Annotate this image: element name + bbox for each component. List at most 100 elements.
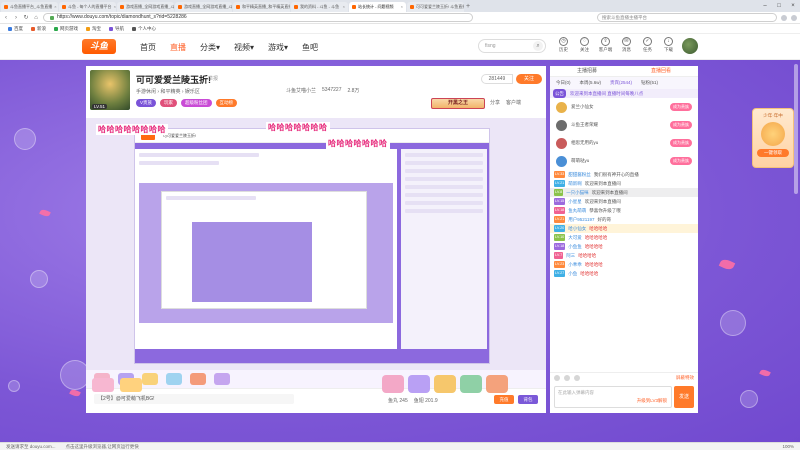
close-tab-icon[interactable]: × <box>343 2 345 12</box>
activity-icon[interactable] <box>120 378 142 392</box>
chat-input[interactable]: 在此输入弹幕内容 升级到LV3解锁 <box>554 386 672 408</box>
chat-username[interactable]: 用户9521197 <box>568 216 594 223</box>
browser-tab[interactable]: 斗鱼 - 每个人的直播平台 × <box>59 2 116 12</box>
gift-item[interactable] <box>166 373 182 385</box>
home-icon[interactable]: ⌂ <box>33 15 39 21</box>
browser-tab[interactable]: 可可爱爱兰陵玉折! 斗鱼直播× <box>407 2 464 12</box>
share-button[interactable]: 分享 <box>490 99 500 106</box>
send-button[interactable]: 发送 <box>674 386 694 408</box>
rank-badge[interactable]: 开黑之王 <box>431 98 485 109</box>
refresh-icon[interactable]: ↻ <box>23 14 29 21</box>
bookmark-item[interactable]: 新浪 <box>31 26 46 32</box>
header-history-button[interactable]: ◷ 历史 <box>556 37 571 53</box>
block-effects-toggle[interactable]: 屏蔽特效 <box>676 375 694 381</box>
client-button[interactable]: 客户端 <box>506 99 521 106</box>
gift-item[interactable] <box>214 373 230 385</box>
chat-username[interactable]: 鱼丸萌萌 <box>568 207 586 214</box>
close-tab-icon[interactable]: × <box>401 2 403 12</box>
vip-avatar[interactable] <box>556 101 567 113</box>
minimize-button[interactable]: – <box>758 0 772 12</box>
room-tag[interactable]: V贵族 <box>136 99 157 107</box>
chat-username[interactable]: 一只小猫咪 <box>566 189 589 196</box>
back-icon[interactable]: ‹ <box>3 15 9 21</box>
page-scrollbar[interactable] <box>794 64 798 194</box>
nav-item[interactable]: 视频▾ <box>234 42 254 53</box>
emoji-icon[interactable] <box>554 375 560 381</box>
site-search-input[interactable]: fisng ⌕ <box>478 39 546 53</box>
become-noble-button[interactable]: 成为贵族 <box>670 139 692 147</box>
chat-username[interactable]: 小星星 <box>568 198 582 205</box>
become-noble-button[interactable]: 成为贵族 <box>670 121 692 129</box>
report-link[interactable]: 举报 <box>208 75 218 82</box>
room-tag[interactable]: 互动榜 <box>215 99 238 107</box>
close-window-button[interactable]: × <box>786 0 800 12</box>
nav-item[interactable]: 分类▾ <box>200 42 220 53</box>
chat-username[interactable]: 萌新啊 <box>568 180 582 187</box>
extension-icon[interactable] <box>781 14 787 21</box>
url-field[interactable]: https://www.douyu.com/topic/diamondhunt_… <box>43 13 473 22</box>
browser-tab[interactable]: 斗鱼直播平台_斗鱼直播 × <box>1 2 58 12</box>
close-tab-icon[interactable]: × <box>54 2 56 12</box>
browser-tab[interactable]: 游戏直播_全网游戏直播_斗鱼直播× <box>175 2 232 12</box>
anchor-avatar[interactable]: LV.51 <box>90 70 130 110</box>
browser-search-input[interactable]: 搜索斗鱼直播主播平台 <box>597 13 777 22</box>
site-logo[interactable]: 斗鱼 <box>82 39 116 54</box>
bookmark-item[interactable]: 导航 <box>109 26 124 32</box>
new-tab-button[interactable]: + <box>464 2 472 12</box>
chat-username[interactable]: 小鱼 <box>568 270 577 277</box>
become-noble-button[interactable]: 成为贵族 <box>670 103 692 111</box>
vip-avatar[interactable] <box>556 155 567 167</box>
floater-cta[interactable]: 一键领取 <box>757 149 789 157</box>
maximize-button[interactable]: □ <box>772 0 786 12</box>
follow-button[interactable]: 关注 <box>516 74 542 84</box>
room-tag[interactable]: 玩家 <box>160 99 178 107</box>
event-floater[interactable]: 少年·年中 一键领取 <box>752 108 794 168</box>
nav-item[interactable]: 首页 <box>140 42 156 53</box>
room-tag[interactable]: 超级粉丝团 <box>181 99 212 107</box>
nav-item[interactable]: 鱼吧 <box>302 42 318 53</box>
chat-username[interactable]: 甜甜酱粉丝 <box>568 171 591 178</box>
user-avatar[interactable] <box>682 38 698 54</box>
browser-tab[interactable]: 和平精英直播_和平精英直播视频× <box>233 2 290 12</box>
header-upload-button[interactable]: ⇪ 客户端 <box>598 37 613 53</box>
rank-tab[interactable]: 今日(0) <box>553 78 574 88</box>
chat-top-tab[interactable]: 直播回看 <box>624 66 698 76</box>
chat-username[interactable]: 大可爱 <box>568 234 582 241</box>
header-message-button[interactable]: ✉ 消息 <box>619 37 634 53</box>
gift-item[interactable] <box>382 375 404 393</box>
rank-tab[interactable]: 贵宾(2544) <box>607 78 635 88</box>
gift-item[interactable] <box>190 373 206 385</box>
menu-icon[interactable] <box>791 14 797 21</box>
vip-name[interactable]: 斗鱼王者荣耀 <box>571 122 598 128</box>
vip-name[interactable]: 萌萌哒yu <box>571 158 589 164</box>
backpack-button[interactable]: 背包 <box>518 395 538 404</box>
activity-icon[interactable] <box>92 378 114 392</box>
gift-item[interactable] <box>460 375 482 393</box>
header-download-button[interactable]: ↓ 下载 <box>661 37 676 53</box>
bookmark-item[interactable]: 网页游戏 <box>54 26 78 32</box>
forward-icon[interactable]: › <box>13 15 19 21</box>
gift-item[interactable] <box>408 375 430 393</box>
bookmark-item[interactable]: 淘宝 <box>86 26 101 32</box>
browser-tab[interactable]: 我的资料 - 斗鱼 - 斗鱼 × <box>291 2 348 12</box>
anchor-name[interactable]: 斗鱼艾喵小兰 <box>286 87 316 94</box>
video-player[interactable]: 可可爱爱兰陵玉折! 哈哈哈哈哈哈哈 哈哈哈哈哈哈哈哈 哈哈哈哈哈哈哈 <box>86 118 546 388</box>
danmu-input[interactable]: 【2号】@可爱萌飞机BG! <box>94 394 294 404</box>
header-follow-button[interactable]: ♡ 关注 <box>577 37 592 53</box>
vip-avatar[interactable] <box>556 119 567 131</box>
browser-tab[interactable]: 游戏直播_全网游戏直播_斗鱼直播× <box>117 2 174 12</box>
zoom-level[interactable]: 100% <box>782 443 800 450</box>
chat-username[interactable]: 小鱼鱼 <box>568 243 582 250</box>
chat-top-tab[interactable]: 主播招募 <box>550 66 624 76</box>
bookmark-item[interactable]: 个人中心 <box>132 26 156 32</box>
status-hint[interactable]: 点击这里升级浏览器,让网页运行更快 <box>66 443 139 450</box>
room-category[interactable]: 手游休闲 › 和平精英 › 娱乐区 <box>136 88 200 95</box>
gift-item[interactable] <box>486 375 508 393</box>
nav-item[interactable]: 游戏▾ <box>268 42 288 53</box>
header-task-button[interactable]: ✓ 任务 <box>640 37 655 53</box>
vip-name[interactable]: 爱兰小仙女 <box>571 104 594 110</box>
search-icon[interactable]: ⌕ <box>533 41 543 51</box>
chat-username[interactable]: 哈小仙女 <box>568 225 586 232</box>
chat-username[interactable]: 阿三 <box>566 252 575 259</box>
clear-icon[interactable] <box>574 375 580 381</box>
